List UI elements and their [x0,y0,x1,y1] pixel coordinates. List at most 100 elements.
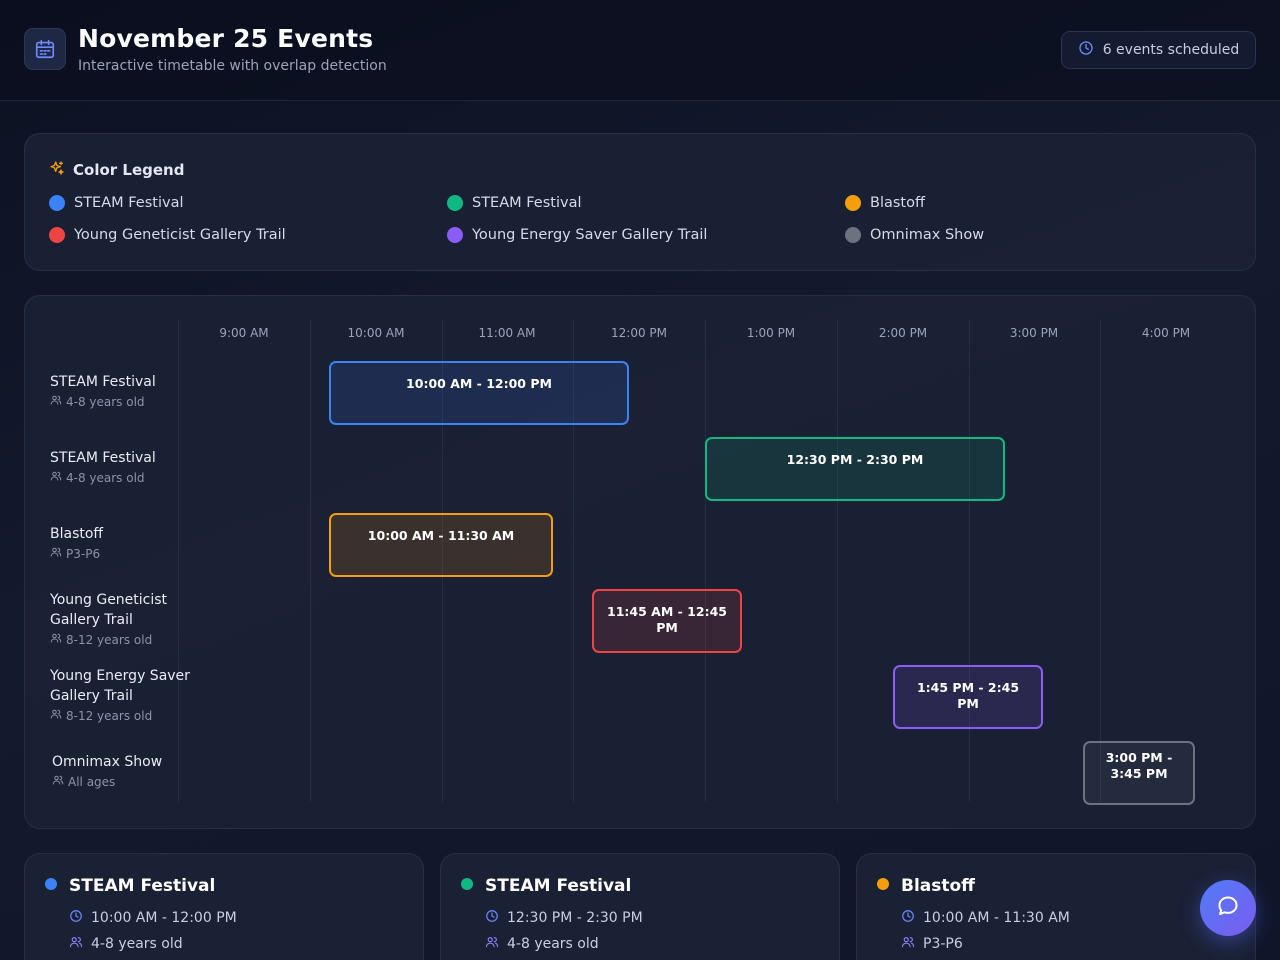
legend-item: Young Energy Saver Gallery Trail [447,227,707,243]
chat-bubble-icon [1216,894,1240,922]
row-label: Blastoff P3-P6 [50,524,190,561]
events-count-text: 6 events scheduled [1102,42,1240,58]
event-time: PM [656,620,678,635]
event-time: PM [957,696,979,711]
users-icon [485,935,499,953]
detail-title: STEAM Festival [69,876,216,896]
detail-time: 10:00 AM - 11:30 AM [923,910,1070,926]
row-age-group: P3-P6 [66,546,101,561]
event-block[interactable]: 10:00 AM - 11:30 AM [329,513,553,577]
time-label: 1:00 PM [746,326,796,340]
timetable: 9:00 AM 10:00 AM 11:00 AM 12:00 PM 1:00 … [24,295,1256,829]
chat-button[interactable] [1200,880,1256,936]
row-age-group: 4-8 years old [66,470,145,485]
time-label: 12:00 PM [611,326,667,340]
row-label: Omnimax Show All ages [52,752,192,789]
legend-swatch [845,227,861,243]
event-block[interactable]: 3:00 PM -3:45 PM [1083,741,1195,805]
users-icon [69,935,83,953]
legend-item-label: STEAM Festival [74,195,184,211]
detail-color-dot [461,878,473,890]
legend-item-label: Omnimax Show [870,227,985,243]
time-label: 11:00 AM [478,326,536,340]
time-label: 9:00 AM [219,326,269,340]
event-block[interactable]: 1:45 PM - 2:45 PM [893,665,1043,729]
clock-icon [69,909,83,927]
clock-icon [485,909,499,927]
clock-icon [1078,40,1094,60]
users-icon [901,935,915,953]
legend-swatch [49,195,65,211]
row-age-group: 8-12 years old [66,632,153,647]
event-time: 10:00 AM - 12:00 PM [406,376,552,391]
grid-line [837,320,838,802]
users-icon [50,394,62,409]
page-subtitle: Interactive timetable with overlap detec… [78,58,387,74]
detail-title: Blastoff [901,876,975,896]
event-detail-card[interactable]: STEAM Festival 12:30 PM - 2:30 PM 4-8 ye… [440,853,840,960]
row-age-group: All ages [68,774,116,789]
legend-header: Color Legend [49,160,184,180]
legend-item: STEAM Festival [447,195,582,211]
sparkles-icon [49,160,65,180]
page-header: November 25 Events Interactive timetable… [0,0,1280,101]
row-age-group: 8-12 years old [66,708,153,723]
legend-title: Color Legend [73,161,185,179]
legend-item: Young Geneticist Gallery Trail [49,227,286,243]
event-block[interactable]: 10:00 AM - 12:00 PM [329,361,629,425]
legend-swatch [447,227,463,243]
time-label: 4:00 PM [1141,326,1191,340]
legend-item: Omnimax Show [845,227,984,243]
grid-line [310,320,311,802]
row-event-name: STEAM Festival [50,374,156,390]
event-detail-card[interactable]: Blastoff 10:00 AM - 11:30 AM P3-P6 [856,853,1256,960]
legend-item-label: Blastoff [870,195,925,211]
event-time: 11:45 AM - 12:45 [607,604,727,619]
legend-item-label: Young Geneticist Gallery Trail [74,227,286,243]
legend-item-label: Young Energy Saver Gallery Trail [472,227,708,243]
users-icon [50,470,62,485]
event-block[interactable]: 12:30 PM - 2:30 PM [705,437,1005,501]
row-event-name: Omnimax Show [52,754,163,770]
clock-icon [901,909,915,927]
row-label: STEAM Festival 4-8 years old [50,372,190,409]
users-icon [50,708,62,723]
legend-swatch [447,195,463,211]
row-label: Young Energy Saver Gallery Trail 8-12 ye… [50,666,190,723]
legend-item: Blastoff [845,195,925,211]
page-title: November 25 Events [78,24,374,53]
event-time: 10:00 AM - 11:30 AM [367,528,515,543]
row-label: Young Geneticist Gallery Trail 8-12 year… [50,590,190,647]
row-age-group: 4-8 years old [66,394,145,409]
event-time: 3:45 PM [1110,766,1168,781]
row-event-name: Blastoff [50,526,104,542]
color-legend: Color Legend STEAM Festival STEAM Festiv… [24,133,1256,271]
row-event-name: Young Geneticist Gallery Trail [50,592,168,628]
users-icon [50,546,62,561]
users-icon [50,632,62,647]
legend-swatch [49,227,65,243]
detail-title: STEAM Festival [485,876,632,896]
grid-line [705,320,706,802]
events-count-badge: 6 events scheduled [1061,31,1256,69]
detail-time: 10:00 AM - 12:00 PM [91,910,237,926]
detail-age: 4-8 years old [507,936,599,952]
grid-line [969,320,970,802]
detail-time: 12:30 PM - 2:30 PM [507,910,643,926]
event-detail-card[interactable]: STEAM Festival 10:00 AM - 12:00 PM 4-8 y… [24,853,424,960]
event-block[interactable]: 11:45 AM - 12:45 PM [592,589,742,653]
detail-age: P3-P6 [923,936,963,952]
calendar-icon [24,28,66,70]
row-label: STEAM Festival 4-8 years old [50,448,190,485]
event-time: 1:45 PM - 2:45 [916,680,1020,695]
legend-swatch [845,195,861,211]
row-event-name: STEAM Festival [50,450,156,466]
time-label: 2:00 PM [878,326,928,340]
time-label: 3:00 PM [1009,326,1059,340]
detail-color-dot [45,878,57,890]
detail-age: 4-8 years old [91,936,183,952]
legend-item-label: STEAM Festival [472,195,582,211]
event-time: 12:30 PM - 2:30 PM [786,452,924,467]
event-time: 3:00 PM - [1105,750,1173,765]
time-label: 10:00 AM [347,326,405,340]
